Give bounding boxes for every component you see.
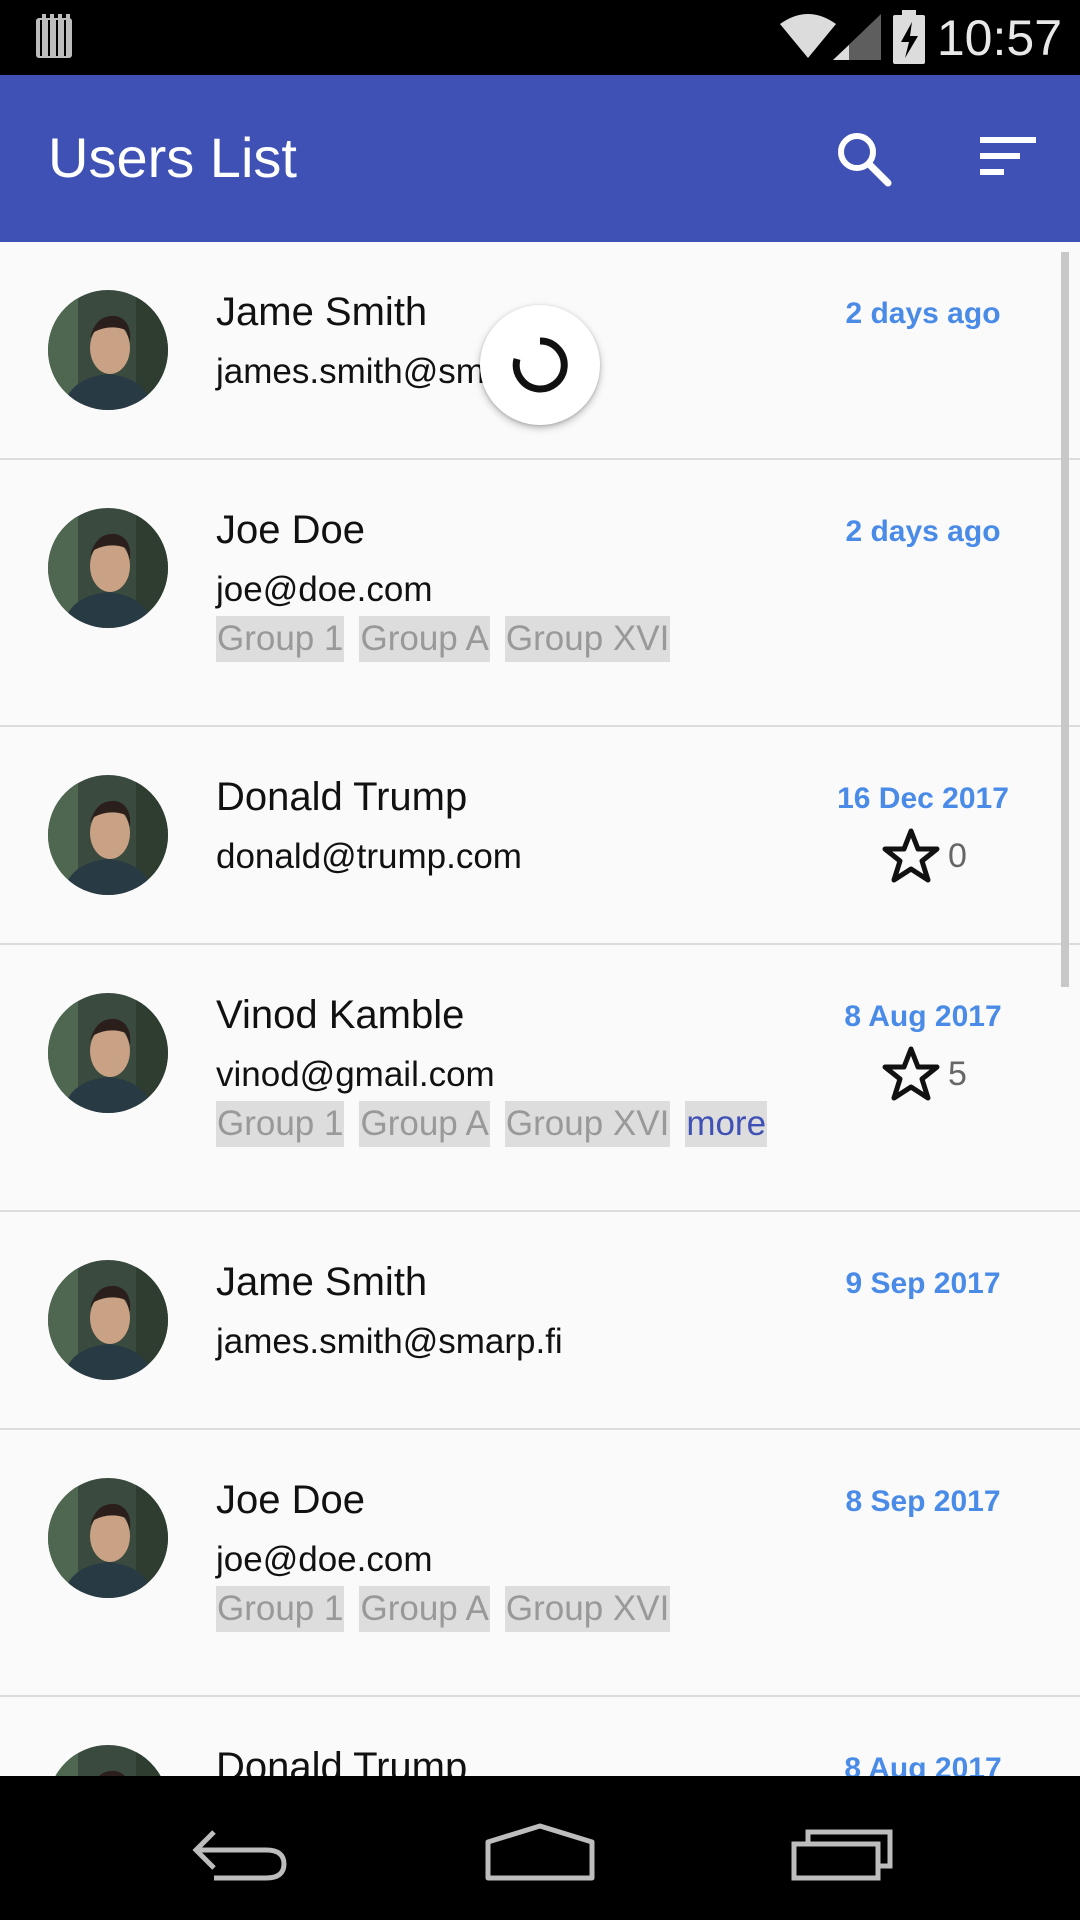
user-list[interactable]: Jame Smith james.smith@smarp.fi 2 days a… xyxy=(0,242,1080,1776)
loading-icon xyxy=(512,337,568,393)
tag-list: Group 1 Group A Group XVI xyxy=(216,616,671,662)
user-name: Donald Trump xyxy=(216,775,468,819)
more-tags-link[interactable]: more xyxy=(685,1101,768,1147)
user-name: Joe Doe xyxy=(216,1478,365,1522)
search-button[interactable] xyxy=(832,127,896,191)
user-date: 9 Sep 2017 xyxy=(845,1267,1001,1300)
group-tag[interactable]: Group 1 xyxy=(216,1586,345,1632)
user-name: Jame Smith xyxy=(216,290,428,334)
star-icon xyxy=(882,1046,940,1101)
rating-count: 0 xyxy=(948,836,967,875)
user-name: Donald Trump xyxy=(216,1745,468,1776)
group-tag[interactable]: Group A xyxy=(359,1586,490,1632)
group-tag[interactable]: Group A xyxy=(359,616,490,662)
notification-icon xyxy=(36,14,72,58)
wifi-icon xyxy=(780,14,836,58)
avatar xyxy=(48,775,168,895)
user-date: 16 Dec 2017 xyxy=(837,782,1009,815)
avatar xyxy=(48,1745,168,1776)
back-icon[interactable] xyxy=(190,1822,290,1882)
user-date: 2 days ago xyxy=(845,297,1001,330)
user-email: vinod@gmail.com xyxy=(216,1055,495,1094)
user-date: 8 Sep 2017 xyxy=(845,1485,1001,1518)
list-item[interactable]: Joe Doe joe@doe.com 2 days ago Group 1 G… xyxy=(0,460,1080,727)
group-tag[interactable]: Group A xyxy=(359,1101,490,1147)
avatar xyxy=(48,508,168,628)
loading-spinner xyxy=(480,305,600,425)
home-icon[interactable] xyxy=(484,1822,596,1882)
battery-icon xyxy=(893,10,925,64)
user-name: Jame Smith xyxy=(216,1260,428,1304)
user-email: donald@trump.com xyxy=(216,837,522,876)
status-bar: 10:57 xyxy=(0,0,1080,75)
page-title: Users List xyxy=(48,126,297,189)
rating[interactable]: 0 xyxy=(882,828,967,884)
user-date: 2 days ago xyxy=(845,515,1001,548)
list-item[interactable]: Vinod Kamble vinod@gmail.com 8 Aug 2017 … xyxy=(0,945,1080,1212)
list-item[interactable]: Donald Trump 8 Aug 2017 xyxy=(0,1697,1080,1776)
user-email: james.smith@smarp.fi xyxy=(216,1322,563,1361)
filter-icon xyxy=(980,137,1036,175)
list-item[interactable]: Joe Doe joe@doe.com 8 Sep 2017 Group 1 G… xyxy=(0,1430,1080,1697)
group-tag[interactable]: Group XVI xyxy=(504,1101,671,1147)
avatar xyxy=(48,1260,168,1380)
navigation-bar xyxy=(0,1776,1080,1920)
user-date: 8 Aug 2017 xyxy=(844,1752,1002,1776)
user-email: joe@doe.com xyxy=(216,570,433,609)
group-tag[interactable]: Group 1 xyxy=(216,616,345,662)
avatar xyxy=(48,290,168,410)
user-email: joe@doe.com xyxy=(216,1540,433,1579)
avatar xyxy=(48,1478,168,1598)
tag-list: Group 1 Group A Group XVI xyxy=(216,1586,671,1632)
user-date: 8 Aug 2017 xyxy=(844,1000,1002,1033)
rating[interactable]: 5 xyxy=(882,1046,967,1102)
filter-button[interactable] xyxy=(976,127,1040,191)
signal-icon xyxy=(833,14,881,60)
search-icon xyxy=(838,133,892,187)
app-bar: Users List xyxy=(0,75,1080,242)
recent-apps-icon[interactable] xyxy=(790,1822,896,1882)
star-icon xyxy=(882,828,940,883)
rating-count: 5 xyxy=(948,1054,967,1093)
avatar xyxy=(48,993,168,1113)
user-name: Vinod Kamble xyxy=(216,993,465,1037)
scrollbar[interactable] xyxy=(1061,252,1069,987)
user-name: Joe Doe xyxy=(216,508,365,552)
status-time: 10:57 xyxy=(936,10,1062,66)
group-tag[interactable]: Group 1 xyxy=(216,1101,345,1147)
list-item[interactable]: Jame Smith james.smith@smarp.fi 9 Sep 20… xyxy=(0,1212,1080,1430)
group-tag[interactable]: Group XVI xyxy=(504,1586,671,1632)
tag-list: Group 1 Group A Group XVI more xyxy=(216,1101,768,1147)
list-item[interactable]: Donald Trump donald@trump.com 16 Dec 201… xyxy=(0,727,1080,945)
group-tag[interactable]: Group XVI xyxy=(504,616,671,662)
